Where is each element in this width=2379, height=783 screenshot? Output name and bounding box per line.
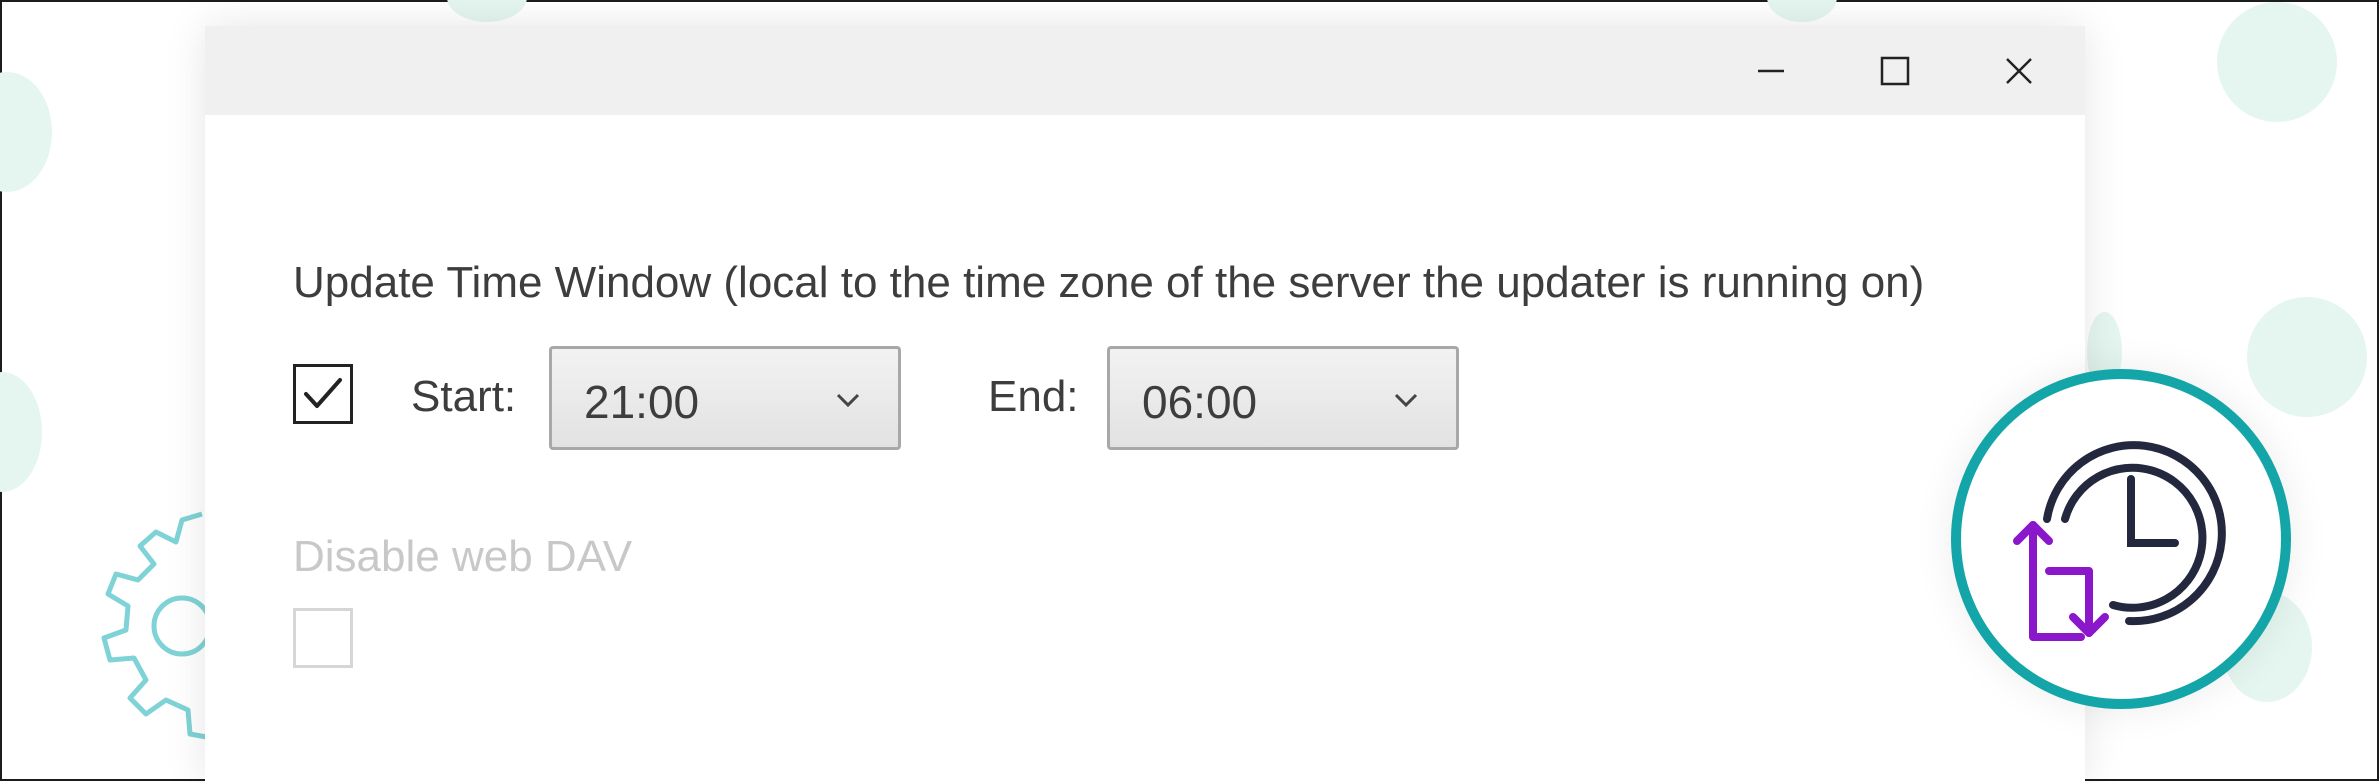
clock-sync-icon: [2013, 441, 2226, 641]
background-dot: [447, 0, 527, 22]
minimize-icon: [1758, 69, 1784, 72]
close-button[interactable]: [1959, 26, 2079, 115]
disable-webdav-label: Disable web DAV: [293, 532, 633, 581]
minimize-button[interactable]: [1711, 26, 1831, 115]
start-time-value: 21:00: [584, 376, 700, 428]
title-bar: [205, 26, 2085, 115]
background-dot: [0, 372, 42, 492]
end-label: End:: [988, 372, 1079, 421]
chevron-down-icon: [1394, 393, 1418, 408]
background-dot: [0, 72, 52, 192]
end-time-value: 06:00: [1142, 376, 1258, 428]
update-window-heading: Update Time Window (local to the time zo…: [293, 258, 1925, 307]
background-dot: [1767, 0, 1837, 22]
start-label: Start:: [411, 372, 517, 421]
settings-window: Update Time Window (local to the time zo…: [205, 26, 2085, 783]
checkmark-icon: [304, 378, 342, 408]
background-dot: [2217, 2, 2337, 122]
clock-sync-badge: [1951, 369, 2291, 709]
end-time-select[interactable]: 06:00: [1107, 346, 1459, 450]
close-icon: [2006, 57, 2032, 84]
disable-webdav-checkbox[interactable]: [293, 608, 353, 668]
maximize-button[interactable]: [1835, 26, 1955, 115]
chevron-down-icon: [836, 393, 860, 408]
start-time-select[interactable]: 21:00: [549, 346, 901, 450]
update-window-checkbox[interactable]: [293, 364, 353, 424]
maximize-icon: [1880, 56, 1910, 85]
gear-icon: [101, 511, 221, 741]
